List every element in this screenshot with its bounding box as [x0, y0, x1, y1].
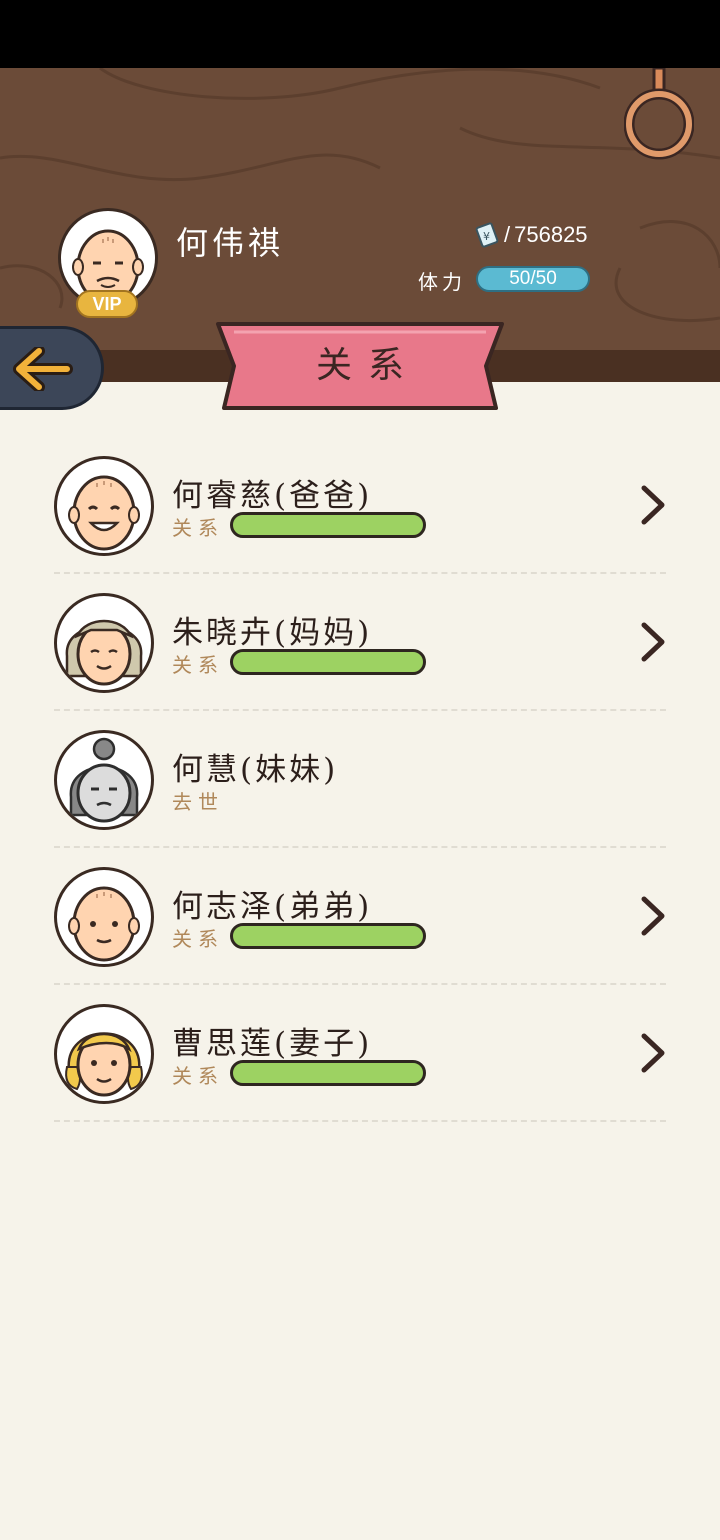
row-divider: [54, 709, 666, 711]
chevron-right-icon[interactable]: [638, 484, 668, 526]
relation-row-father[interactable]: 何睿慈(爸爸) 关系: [54, 454, 666, 591]
relation-label: 关系: [172, 653, 224, 677]
avatar-sister: [54, 730, 154, 830]
back-button[interactable]: [0, 326, 104, 410]
relation-label: 关系: [172, 1064, 224, 1088]
relation-label: 关系: [172, 516, 224, 540]
row-divider: [54, 846, 666, 848]
relation-name: 曹思莲(妻子): [172, 1026, 373, 1062]
row-divider: [54, 572, 666, 574]
money-display: ¥ / 756825: [474, 222, 588, 248]
avatar-wife: [54, 1004, 154, 1104]
relation-level-bar: [230, 512, 426, 538]
avatar-brother: [54, 867, 154, 967]
svg-text:¥: ¥: [483, 230, 490, 243]
status-bar: [0, 0, 720, 68]
player-name: 何伟祺: [176, 224, 285, 262]
chevron-right-icon[interactable]: [638, 895, 668, 937]
relation-level-bar: [230, 649, 426, 675]
relation-level-bar: [230, 923, 426, 949]
chevron-right-icon[interactable]: [638, 621, 668, 663]
money-value: 756825: [514, 222, 588, 247]
avatar-father: [54, 456, 154, 556]
relation-row-brother[interactable]: 何志泽(弟弟) 关系: [54, 865, 666, 1002]
relation-status-deceased: 去世: [172, 790, 224, 814]
chevron-right-icon[interactable]: [638, 1032, 668, 1074]
relation-label: 关系: [172, 927, 224, 951]
money-note-icon: ¥: [475, 222, 499, 248]
stamina-bar: 50/50: [476, 266, 590, 292]
relation-name: 朱晓卉(妈妈): [172, 615, 373, 651]
vip-badge[interactable]: VIP: [76, 290, 138, 318]
relation-row-sister: 何慧(妹妹) 去世: [54, 728, 666, 865]
hanging-ring-icon: [624, 68, 694, 160]
avatar-mother: [54, 593, 154, 693]
row-divider: [54, 983, 666, 985]
money-separator: /: [504, 222, 511, 247]
stamina-label: 体力: [418, 270, 466, 294]
relation-row-mother[interactable]: 朱晓卉(妈妈) 关系: [54, 591, 666, 728]
relation-name: 何志泽(弟弟): [172, 889, 373, 925]
relation-level-bar: [230, 1060, 426, 1086]
relation-name: 何慧(妹妹): [172, 752, 339, 788]
relations-list: 何睿慈(爸爸) 关系 朱晓卉(妈妈) 关系 何慧(妹妹) 去世 何志泽(弟弟) …: [54, 454, 666, 1139]
arrow-left-icon: [13, 347, 73, 391]
relation-row-wife[interactable]: 曹思莲(妻子) 关系: [54, 1002, 666, 1139]
row-divider: [54, 1120, 666, 1122]
relation-name: 何睿慈(爸爸): [172, 478, 373, 514]
page-title: 关系: [315, 345, 420, 386]
